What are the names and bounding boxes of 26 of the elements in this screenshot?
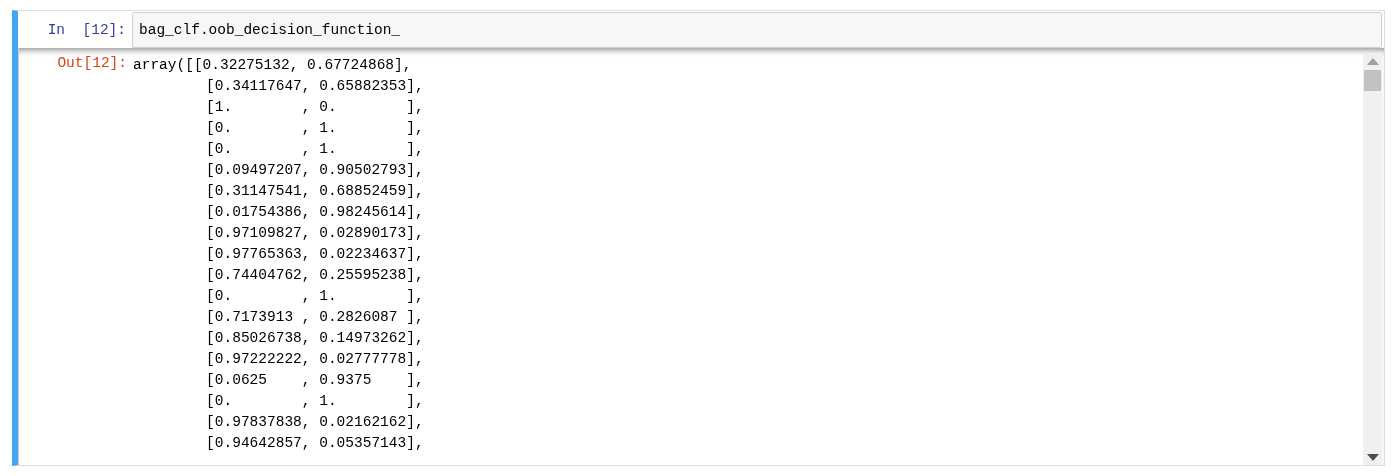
scrollbar[interactable]: [1363, 54, 1382, 465]
scroll-down-icon[interactable]: [1366, 454, 1379, 461]
output-line: [0. , 1. ],: [205, 140, 424, 159]
output-line: [0.85026738, 0.14973262],: [205, 329, 424, 348]
input-prompt: In [12]:: [46, 22, 127, 38]
scroll-thumb[interactable]: [1364, 70, 1381, 91]
output-line: [0.74404762, 0.25595238],: [205, 266, 424, 285]
output-line: [0.7173913 , 0.2826087 ],: [205, 308, 424, 327]
output-line: [0.0625 , 0.9375 ],: [205, 371, 424, 390]
output-line: [0.34117647, 0.65882353],: [205, 77, 424, 96]
output-line: [0.94642857, 0.05357143],: [205, 434, 424, 453]
output-line: [0.31147541, 0.68852459],: [205, 182, 424, 201]
output-line: [1. , 0. ],: [205, 98, 424, 117]
output-line: [0.97765363, 0.02234637],: [205, 245, 424, 264]
output-line: [0.01754386, 0.98245614],: [205, 203, 424, 222]
scroll-up-icon[interactable]: [1366, 58, 1379, 65]
code-input[interactable]: bag_clf.oob_decision_function_: [132, 12, 1382, 48]
output-line: [0.09497207, 0.90502793],: [205, 161, 424, 180]
output-prompt: Out[12]:: [56, 54, 128, 71]
output-line: [0. , 1. ],: [205, 287, 424, 306]
output-line: [0.97837838, 0.02162162],: [205, 413, 424, 432]
output-line: [0.97222222, 0.02777778],: [205, 350, 424, 369]
output-line: array([[0.32275132, 0.67724868],: [133, 56, 413, 75]
output-line: [0. , 1. ],: [205, 119, 424, 138]
output-line: [0.97109827, 0.02890173],: [205, 224, 424, 243]
output-line: [0. , 1. ],: [205, 392, 424, 411]
